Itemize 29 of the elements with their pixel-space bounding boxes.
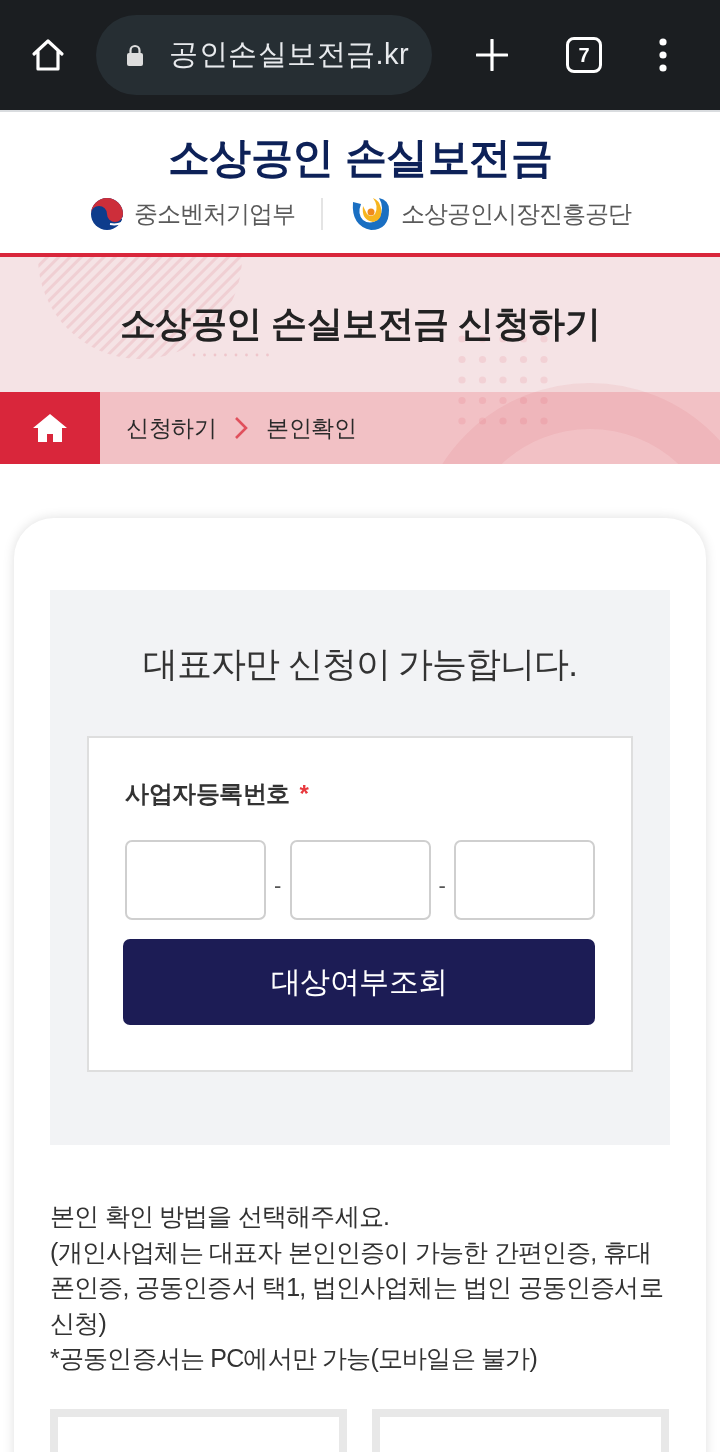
agency-name: 소상공인시장진흥공단 <box>400 199 631 229</box>
instruction-text: 본인 확인 방법을 선택해주세요. <box>50 1201 391 1232</box>
address-bar[interactable]: 공인손실보전금.kr <box>96 15 432 95</box>
home-button[interactable] <box>0 392 100 464</box>
chevron-icon <box>234 416 248 440</box>
search-button[interactable]: 대상여부조회 <box>123 939 595 1025</box>
emblem-icon <box>89 197 124 231</box>
url-text: 공인손실보전금.kr <box>169 37 410 72</box>
home-icon[interactable] <box>30 37 66 73</box>
field-label: 사업자등록번호 <box>125 779 290 809</box>
menu-icon[interactable] <box>659 38 667 72</box>
input-field[interactable] <box>125 840 266 920</box>
required-mark: * <box>299 780 309 808</box>
page-title: 소상공인 손실보전금 신청하기 <box>119 302 601 346</box>
separator-dash: - <box>437 872 447 899</box>
plus-icon[interactable] <box>476 39 508 71</box>
agency-name: 중소벤처기업부 <box>133 199 295 229</box>
instruction-text: (개인사업체는 대표자 본인인증이 가능한 간편인증, 휴대폰인증, 공동인증서 택1, 법인사업체는 법인 공동인증서로 신청) <box>50 1236 664 1339</box>
breadcrumb-link[interactable]: 신청하기 <box>126 412 216 444</box>
separator-dash: - <box>273 872 283 899</box>
site-logo-title[interactable]: 소상공인 손실보전금 <box>167 132 553 184</box>
breadcrumb-link[interactable]: 본인확인 <box>266 412 356 444</box>
input-field[interactable] <box>454 840 595 920</box>
home-icon <box>32 413 68 443</box>
lock-icon <box>126 44 144 66</box>
instruction-text: *공동인증서는 PC에서만 가능(모바일은 불가) <box>50 1343 538 1374</box>
notice-text: 대표자만 신청이 가능합니다. <box>141 643 579 685</box>
input-field[interactable] <box>289 840 431 920</box>
tab-count-button[interactable]: 7 <box>566 37 602 73</box>
